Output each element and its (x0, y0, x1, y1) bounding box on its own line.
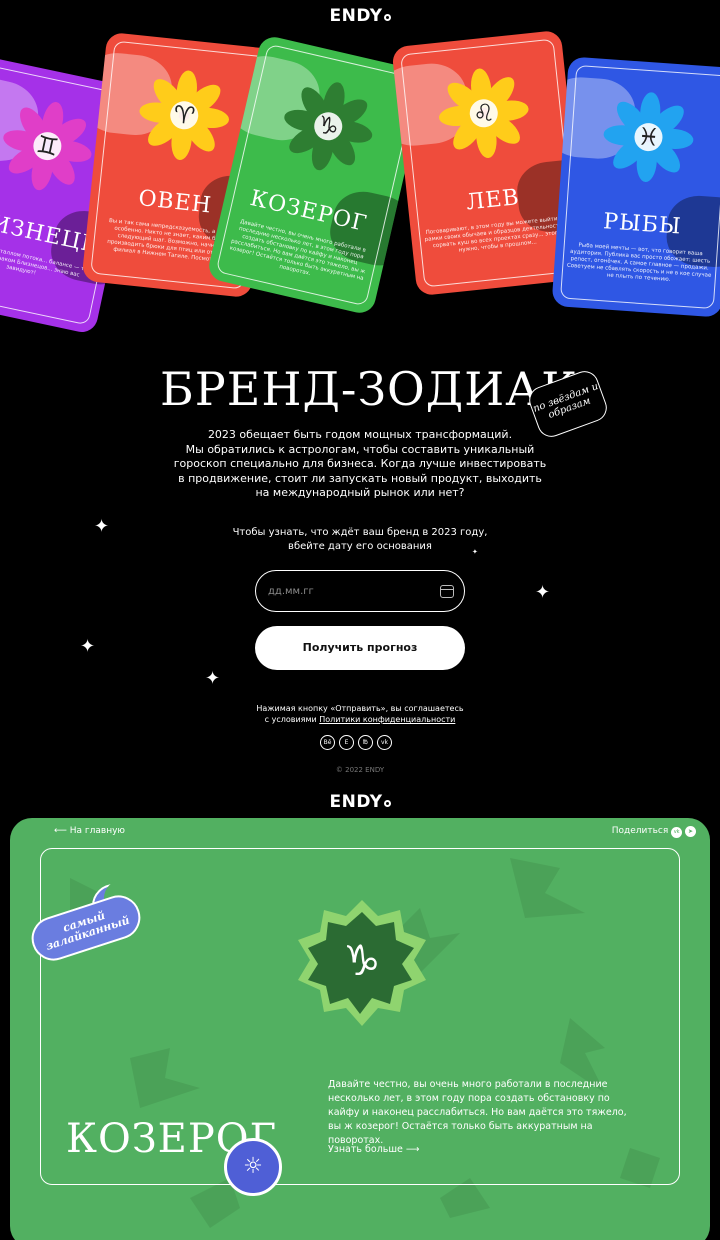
calendar-icon[interactable] (440, 585, 454, 598)
sparkle-icon: ✦ (94, 516, 110, 537)
consent-prefix: с условиями (264, 715, 320, 724)
card-pisces[interactable]: ♓ РЫБЫ Рыба моей мечты — вот, что говорит … (551, 56, 720, 318)
desc-line: 2023 обещает быть годом мощных трансформ… (207, 428, 513, 441)
vk-share-icon[interactable]: vk (671, 827, 683, 838)
endy-logo[interactable]: ENDY (0, 6, 720, 26)
consent-line: Нажимая кнопку «Отправить», вы соглашает… (256, 704, 464, 713)
dribbble-icon[interactable]: ℔ (358, 735, 373, 750)
zodiac-symbol: ♌ (471, 98, 496, 129)
founding-date-input[interactable]: дд.мм.гг (255, 570, 465, 612)
hero-description: 2023 обещает быть годом мощных трансформ… (0, 428, 720, 501)
desc-line: в продвижение, стоит ли запускать новый … (178, 471, 542, 485)
consent-note: Нажимая кнопку «Отправить», вы соглашает… (0, 703, 720, 725)
telegram-share-icon[interactable]: ➤ (685, 826, 696, 837)
desc-line: Мы обратились к астрологам, чтобы состав… (185, 442, 535, 456)
sparkle-icon: ✦ (535, 582, 551, 603)
behance-icon[interactable]: Bē (320, 735, 335, 750)
date-placeholder: дд.мм.гг (268, 586, 314, 597)
share-label: Поделиться (611, 826, 669, 836)
sun-icon: ☼ (224, 1138, 282, 1196)
desc-line: гороскоп специально для бизнеса. Когда л… (173, 457, 547, 470)
sign-description: Давайте честно, вы очень много работали … (328, 1079, 627, 1146)
endy-logo-result[interactable]: ENDY (0, 792, 720, 812)
sparkle-icon: ✦ (80, 636, 96, 657)
result-panel: ⟵ На главную Поделиться vk ➤ самый залай… (10, 818, 710, 1240)
copyright: © 2022 ENDY (335, 766, 385, 774)
vk-icon[interactable]: vk (377, 735, 392, 750)
e-icon[interactable]: E (339, 735, 354, 750)
share-group: Поделиться vk ➤ (612, 826, 696, 838)
sparkle-icon: ✦ (472, 548, 478, 556)
prompt-line: вбейте дату его основания (288, 541, 432, 552)
zodiac-cards-strip: ♊БЛИЗНЕЦЫ...курсе, а кристаллом потока..… (0, 30, 720, 340)
back-label: На главную (69, 826, 125, 836)
back-link[interactable]: ⟵ На главную (54, 826, 125, 836)
privacy-policy-link[interactable]: Политики конфиденциальности (319, 715, 455, 724)
get-forecast-button[interactable]: Получить прогноз (255, 626, 465, 670)
social-links: Bē E ℔ vk (320, 735, 392, 750)
sparkle-icon: ✦ (205, 668, 221, 689)
zodiac-symbol: ♓ (636, 122, 661, 152)
learn-more-link[interactable]: Узнать больше ⟶ (328, 1144, 420, 1155)
learn-more-label: Узнать больше (328, 1144, 403, 1155)
desc-line: на международный рынок или нет? (255, 486, 465, 499)
capricorn-symbol: ♑ (343, 936, 381, 985)
zodiac-symbol: ♈ (172, 100, 197, 131)
